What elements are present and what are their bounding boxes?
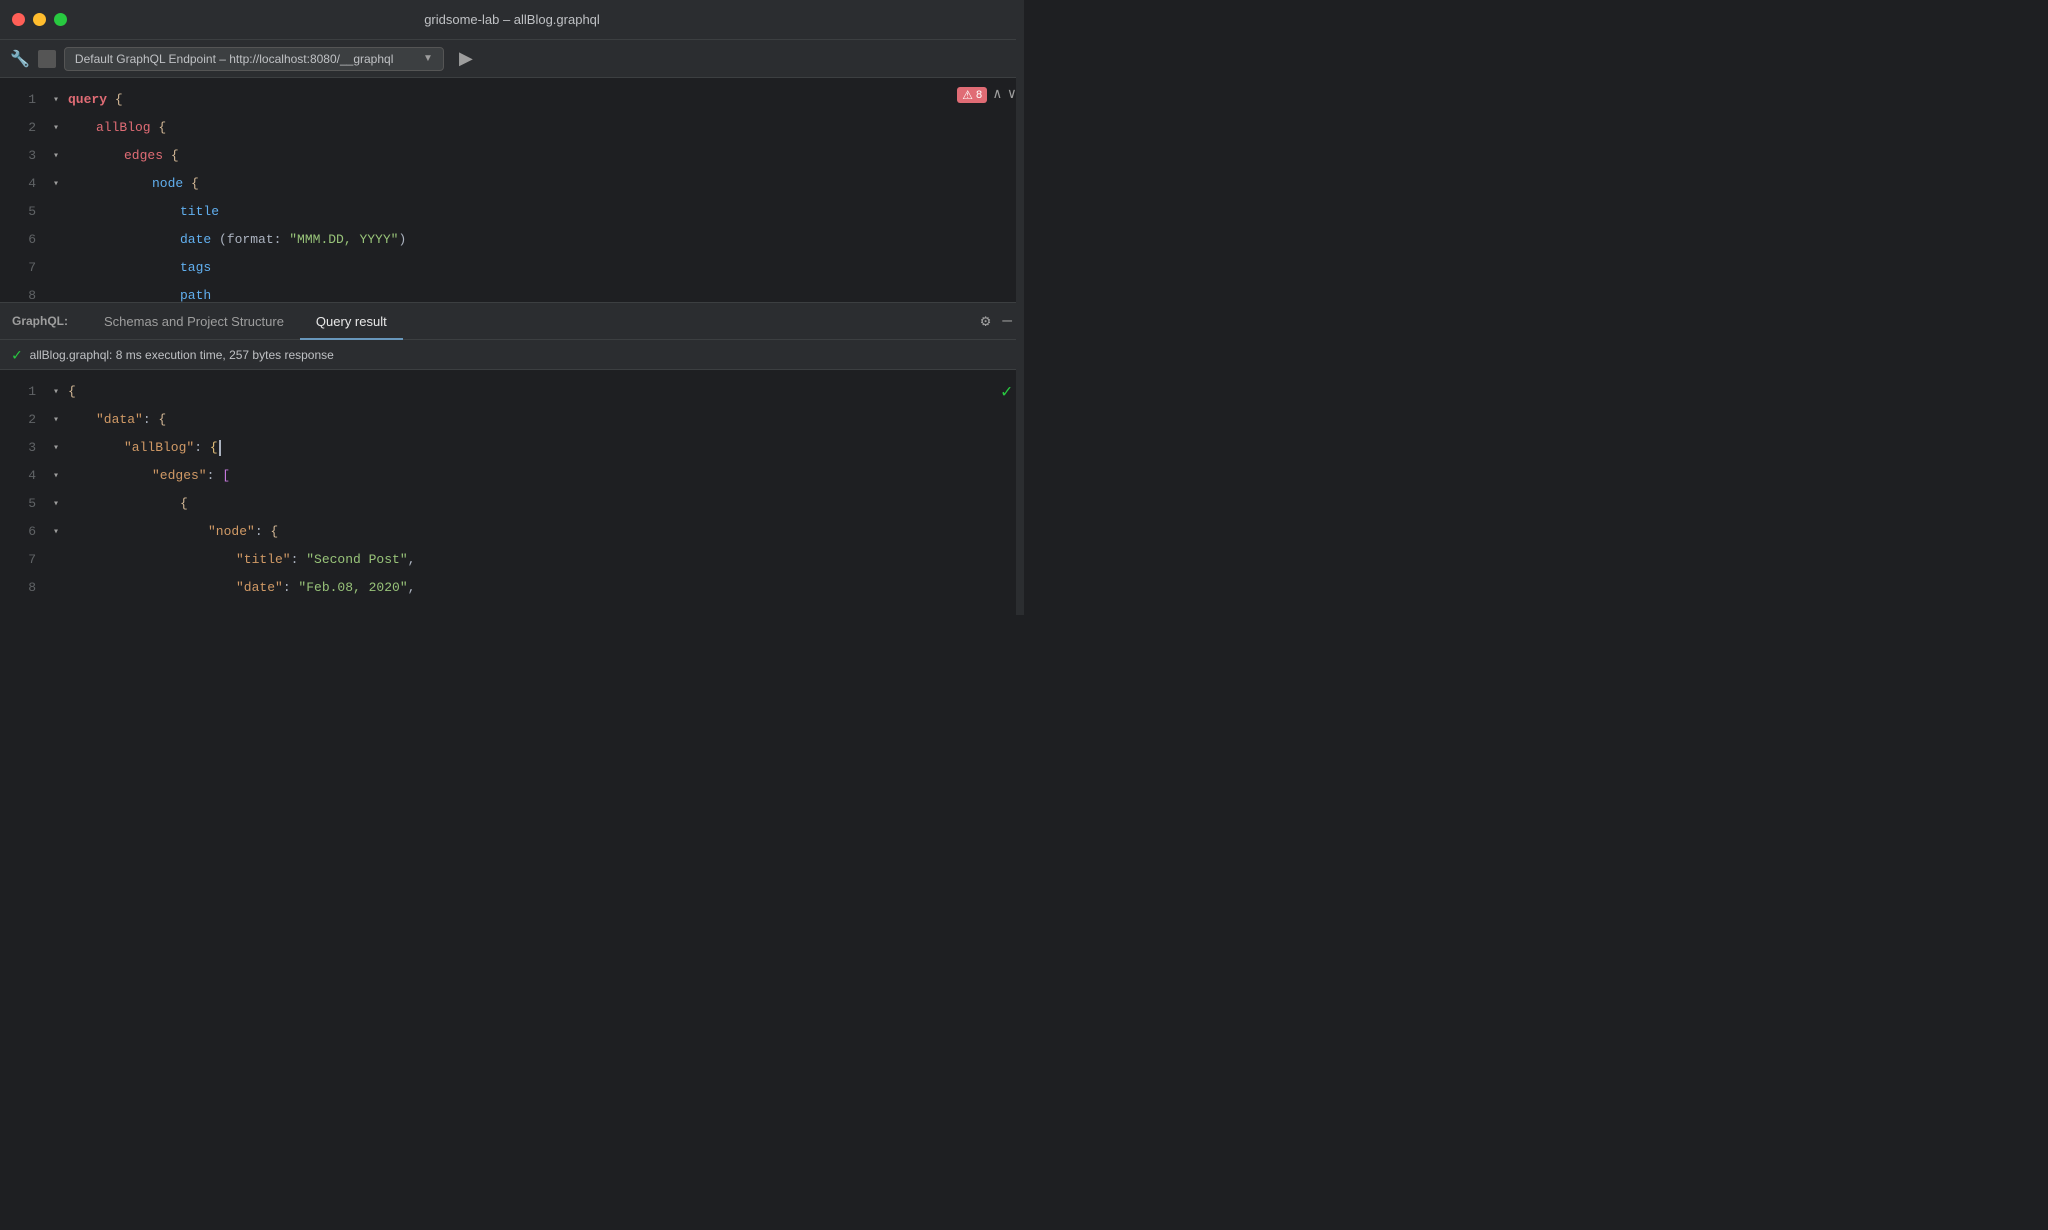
- result-code-line: "title": "Second Post",: [64, 546, 1024, 574]
- run-button[interactable]: ▶: [452, 45, 480, 73]
- code-line: date (format: "MMM.DD, YYYY"): [64, 226, 1024, 254]
- result-code-line: "node": {: [64, 518, 1024, 546]
- result-scrollbar[interactable]: [1016, 0, 1024, 615]
- result-check-icon: ✓: [1001, 378, 1012, 409]
- editor-line-numbers: 1 2 3 4 5 6 7 8 9: [0, 78, 48, 302]
- fold-gutter: ▾ ▾ ▾ ▾: [48, 78, 64, 302]
- endpoint-label: Default GraphQL Endpoint – http://localh…: [75, 52, 415, 66]
- endpoint-selector[interactable]: Default GraphQL Endpoint – http://localh…: [64, 47, 444, 71]
- error-prev-button[interactable]: ∧: [993, 86, 1001, 103]
- code-line: query {: [64, 86, 1024, 114]
- minimize-panel-icon[interactable]: —: [1002, 312, 1012, 330]
- status-check-icon: ✓: [12, 345, 22, 365]
- result-code-line: {: [64, 490, 1024, 518]
- window-title: gridsome-lab – allBlog.graphql: [424, 12, 600, 27]
- result-code-line: "data": {: [64, 406, 1024, 434]
- status-message: allBlog.graphql: 8 ms execution time, 25…: [30, 348, 334, 362]
- maximize-button[interactable]: [54, 13, 67, 26]
- graphql-label: GraphQL:: [12, 314, 68, 328]
- chevron-down-icon: ▼: [423, 53, 433, 64]
- tab-bar: GraphQL: Schemas and Project Structure Q…: [0, 302, 1024, 340]
- config-icon[interactable]: [38, 50, 56, 68]
- close-button[interactable]: [12, 13, 25, 26]
- toolbar: 🔧 Default GraphQL Endpoint – http://loca…: [0, 40, 1024, 78]
- code-line: tags: [64, 254, 1024, 282]
- error-next-button[interactable]: ∨: [1008, 86, 1016, 103]
- status-bar: ✓ allBlog.graphql: 8 ms execution time, …: [0, 340, 1024, 370]
- tab-bar-actions: ⚙ —: [981, 311, 1012, 331]
- tab-schemas[interactable]: Schemas and Project Structure: [88, 302, 300, 340]
- result-code-line: "date": "Feb.08, 2020",: [64, 574, 1024, 602]
- title-bar: gridsome-lab – allBlog.graphql: [0, 0, 1024, 40]
- result-code[interactable]: { "data": { "allBlog": { "edges": [ { "n…: [64, 370, 1024, 648]
- error-badge: ⚠ 8: [957, 87, 987, 103]
- code-line: path: [64, 282, 1024, 302]
- editor-code[interactable]: query { allBlog { edges { node { title: [64, 78, 1024, 302]
- traffic-lights: [12, 13, 67, 26]
- error-count: 8: [976, 89, 982, 101]
- result-code-line: {: [64, 378, 1024, 406]
- code-line: title: [64, 198, 1024, 226]
- wrench-icon[interactable]: 🔧: [10, 49, 30, 69]
- result-line-numbers: 1 2 3 4 5 6 7 8: [0, 370, 48, 648]
- code-line: edges {: [64, 142, 1024, 170]
- result-code-line: "edges": [: [64, 462, 1024, 490]
- tab-query-result[interactable]: Query result: [300, 302, 403, 340]
- editor-area: 1 2 3 4 5 6 7 8 9 ▾ ▾ ▾ ▾ query {: [0, 78, 1024, 302]
- code-line: allBlog {: [64, 114, 1024, 142]
- result-area: 1 2 3 4 5 6 7 8 ▾ ▾ ▾ ▾ ▾ ▾ { "data": { …: [0, 370, 1024, 648]
- error-controls: ⚠ 8 ∧ ∨: [957, 86, 1016, 103]
- code-line: node {: [64, 170, 1024, 198]
- result-fold-gutter: ▾ ▾ ▾ ▾ ▾ ▾: [48, 370, 64, 648]
- settings-icon[interactable]: ⚙: [981, 311, 991, 331]
- minimize-button[interactable]: [33, 13, 46, 26]
- result-code-line: "allBlog": {: [64, 434, 1024, 462]
